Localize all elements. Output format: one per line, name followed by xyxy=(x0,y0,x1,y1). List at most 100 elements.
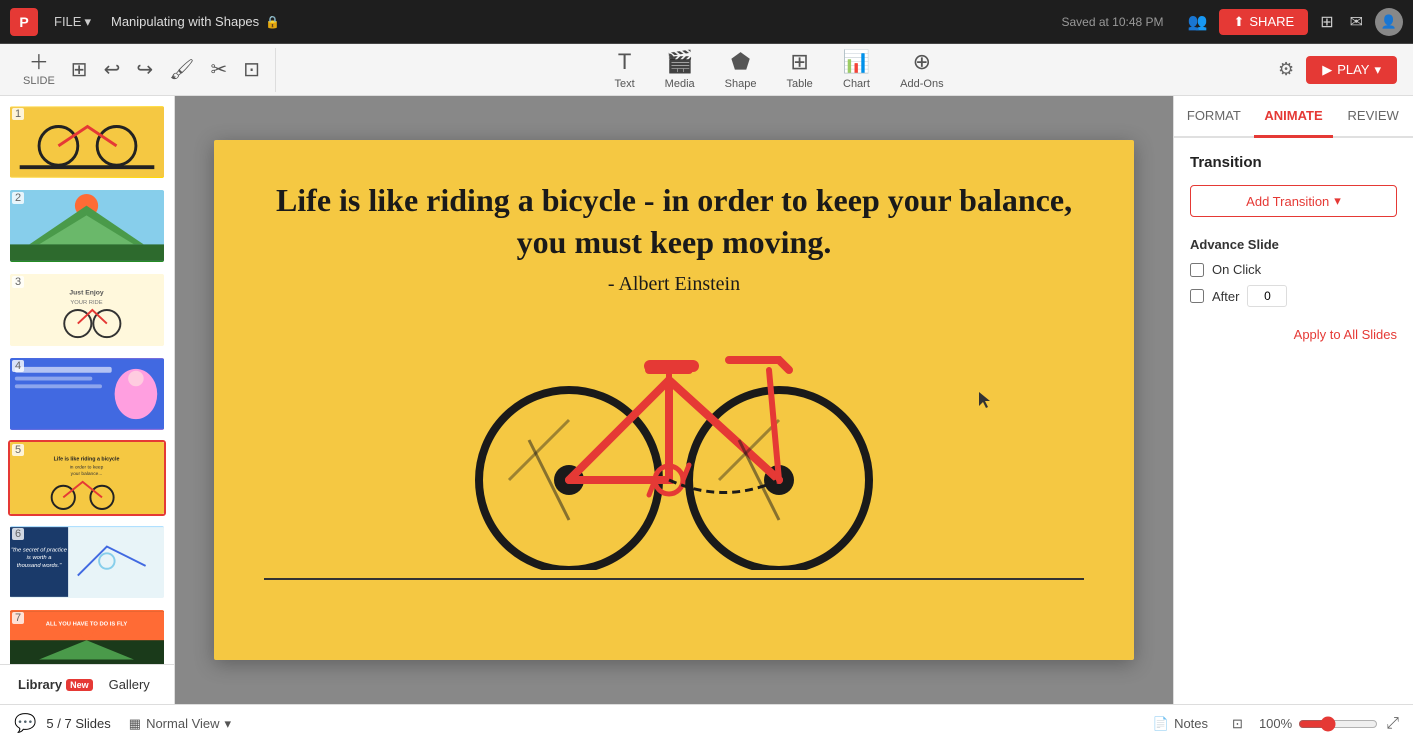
slide-add-button[interactable]: ＋ SLIDE xyxy=(16,48,62,92)
format-paint-button[interactable]: 🖌 xyxy=(162,55,201,85)
panel-content: Transition Add Transition ▾ Advance Slid… xyxy=(1174,138,1413,358)
play-button[interactable]: ▶ PLAY ▾ xyxy=(1306,56,1397,84)
tab-animate[interactable]: ANIMATE xyxy=(1254,96,1334,138)
cursor xyxy=(977,390,987,400)
screen-size-button[interactable]: ⊡ xyxy=(1224,713,1251,735)
right-panel: FORMAT ANIMATE REVIEW Transition Add Tra… xyxy=(1173,96,1413,704)
redo-icon: ↪ xyxy=(136,60,153,80)
zoom-fit-button[interactable]: ⊡ xyxy=(236,55,267,85)
shape-tool-icon: ⬟ xyxy=(731,49,750,75)
top-right-actions: 👥 ⬆ SHARE ⊞ ✉ 👤 xyxy=(1184,8,1403,36)
on-click-checkbox[interactable] xyxy=(1190,263,1204,277)
apply-to-all-link[interactable]: Apply to All Slides xyxy=(1190,327,1397,342)
main-area: 1 2 xyxy=(0,96,1413,704)
svg-text:in order to keep: in order to keep xyxy=(70,464,104,470)
chat-button[interactable]: 💬 xyxy=(14,713,36,734)
addons-tool-icon: ⊕ xyxy=(913,49,931,75)
view-selector[interactable]: ▦ Normal View ▾ xyxy=(121,713,239,735)
media-tool[interactable]: 🎬 Media xyxy=(653,44,707,95)
after-row: After xyxy=(1190,285,1397,307)
notes-icon: 📄 xyxy=(1153,716,1169,732)
after-label: After xyxy=(1212,289,1239,304)
slide-thumb-1[interactable]: 1 xyxy=(8,104,166,180)
play-chevron-icon: ▾ xyxy=(1374,62,1381,78)
shape-tool[interactable]: ⬟ Shape xyxy=(713,44,769,95)
top-bar: P FILE ▾ Manipulating with Shapes 🔒 Save… xyxy=(0,0,1413,44)
bottom-right: 📄 Notes ⊡ 100% ⤢ xyxy=(1145,713,1399,735)
scissors-icon: ✂ xyxy=(210,60,227,80)
svg-text:thousand words.": thousand words." xyxy=(17,563,63,569)
panel-bottom-tabs: Library New Gallery xyxy=(0,664,175,704)
svg-text:Just Enjoy: Just Enjoy xyxy=(69,290,103,297)
save-status: Saved at 10:48 PM xyxy=(1061,15,1163,29)
slide-panel: 1 2 xyxy=(0,96,175,704)
screen-icon: ⊡ xyxy=(1232,716,1243,732)
canvas-area: Life is like riding a bicycle - in order… xyxy=(175,96,1173,704)
bike-illustration xyxy=(449,270,899,570)
toolbar-center: T Text 🎬 Media ⬟ Shape ⊞ Table 📊 Chart ⊕… xyxy=(288,44,1270,95)
advance-slide-section: Advance Slide On Click After xyxy=(1190,237,1397,307)
share-icon: ⬆ xyxy=(1233,14,1244,30)
panel-tabs: FORMAT ANIMATE REVIEW xyxy=(1174,96,1413,138)
zoom-level: 100% xyxy=(1259,716,1292,731)
table-tool-icon: ⊞ xyxy=(790,49,808,75)
after-input[interactable] xyxy=(1247,285,1287,307)
view-selector-icon: ▦ xyxy=(129,716,141,732)
on-click-row: On Click xyxy=(1190,262,1397,277)
collab-icon-button[interactable]: 👥 xyxy=(1184,8,1212,36)
add-transition-button[interactable]: Add Transition ▾ xyxy=(1190,185,1397,217)
transition-title: Transition xyxy=(1190,154,1397,171)
redo-button[interactable]: ↪ xyxy=(129,55,160,85)
slide-thumb-6[interactable]: 6 "the secret of practice is worth a tho… xyxy=(8,524,166,600)
slide-thumb-5[interactable]: 5 Life is like riding a bicycle in order… xyxy=(8,440,166,516)
svg-text:"the secret of practice: "the secret of practice xyxy=(11,547,68,553)
gallery-tab[interactable]: Gallery xyxy=(101,673,158,696)
slide-thumb-3[interactable]: 3 Just Enjoy YOUR RIDE xyxy=(8,272,166,348)
app-logo: P xyxy=(10,8,38,36)
slide-thumb-2[interactable]: 2 xyxy=(8,188,166,264)
doc-title: Manipulating with Shapes 🔒 xyxy=(111,14,280,29)
play-icon: ▶ xyxy=(1322,62,1332,78)
svg-text:your balance...: your balance... xyxy=(71,471,103,477)
chart-tool[interactable]: 📊 Chart xyxy=(831,44,882,95)
text-tool-icon: T xyxy=(618,49,631,75)
quote-main-text: Life is like riding a bicycle - in order… xyxy=(274,180,1074,263)
avatar[interactable]: 👤 xyxy=(1375,8,1403,36)
after-checkbox[interactable] xyxy=(1190,289,1204,303)
advance-slide-title: Advance Slide xyxy=(1190,237,1397,252)
bottom-left: 💬 5 / 7 Slides xyxy=(14,713,111,734)
share-button[interactable]: ⬆ SHARE xyxy=(1219,9,1308,35)
slide-number-display: 5 / 7 Slides xyxy=(46,716,110,731)
paint-icon: 🖌 xyxy=(169,60,194,80)
svg-text:Life is like riding a bicycle: Life is like riding a bicycle xyxy=(54,457,120,463)
lock-icon: 🔒 xyxy=(265,15,280,29)
zoom-slider[interactable] xyxy=(1298,716,1378,732)
text-tool[interactable]: T Text xyxy=(602,44,646,95)
slide-thumb-4[interactable]: 4 xyxy=(8,356,166,432)
on-click-label: On Click xyxy=(1212,262,1261,277)
notes-button[interactable]: 📄 Notes xyxy=(1145,713,1216,735)
expand-button[interactable]: ⤢ xyxy=(1386,715,1399,733)
grid-layout-button[interactable]: ⊞ xyxy=(64,55,95,85)
notifications-button[interactable]: ✉ xyxy=(1346,8,1367,36)
toolbar: ＋ SLIDE ⊞ ↩ ↪ 🖌 ✂ ⊡ T Text 🎬 Media xyxy=(0,44,1413,96)
zoom-control: 100% xyxy=(1259,716,1378,732)
tab-format[interactable]: FORMAT xyxy=(1174,96,1254,138)
grid-view-button[interactable]: ⊞ xyxy=(1316,8,1337,36)
svg-text:YOUR RIDE: YOUR RIDE xyxy=(70,300,102,306)
grid-icon: ⊞ xyxy=(71,60,88,80)
slide-bottom-line xyxy=(264,578,1084,580)
chart-tool-icon: 📊 xyxy=(843,49,870,75)
addons-tool[interactable]: ⊕ Add-Ons xyxy=(888,44,955,95)
undo-button[interactable]: ↩ xyxy=(97,55,128,85)
library-tab[interactable]: Library New xyxy=(10,673,101,696)
new-badge: New xyxy=(66,679,93,691)
tab-review[interactable]: REVIEW xyxy=(1333,96,1413,138)
settings-button[interactable]: ⚙ xyxy=(1274,55,1298,84)
table-tool[interactable]: ⊞ Table xyxy=(774,44,824,95)
bike-svg xyxy=(449,270,899,570)
file-menu[interactable]: FILE ▾ xyxy=(46,10,99,34)
media-tool-icon: 🎬 xyxy=(666,49,693,75)
bottom-bar: 💬 5 / 7 Slides ▦ Normal View ▾ 📄 Notes ⊡… xyxy=(0,704,1413,742)
cut-button[interactable]: ✂ xyxy=(203,55,234,85)
